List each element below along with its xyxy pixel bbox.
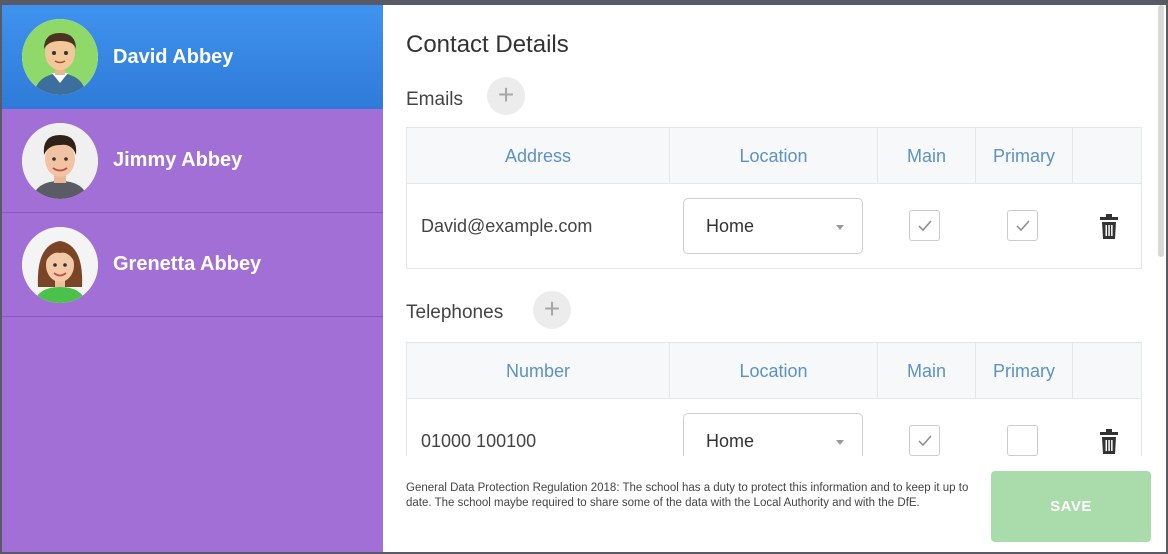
- contact-details-panel: Contact Details Emails + Address Locatio…: [383, 5, 1164, 552]
- column-header-location: Location: [670, 128, 878, 184]
- plus-icon: +: [543, 293, 561, 324]
- column-header-primary: Primary: [976, 343, 1073, 399]
- selected-value: Home: [706, 216, 755, 236]
- table-row: David@example.com Home: [407, 184, 1141, 268]
- contact-name: Jimmy Abbey: [113, 149, 243, 171]
- column-header-main: Main: [878, 128, 976, 184]
- avatar: [22, 226, 98, 303]
- avatar: [22, 122, 98, 199]
- add-telephone-button[interactable]: +: [533, 291, 571, 329]
- chevron-down-icon: [836, 225, 844, 230]
- contacts-sidebar: David Abbey Jimmy Abbey Grenetta Abbey: [2, 5, 383, 552]
- footer-bar: General Data Protection Regulation 2018:…: [383, 456, 1164, 552]
- trash-icon[interactable]: [1100, 429, 1118, 455]
- telephone-primary-checkbox[interactable]: [1007, 425, 1038, 456]
- check-icon: [918, 435, 932, 447]
- check-icon: [1016, 220, 1030, 232]
- email-main-checkbox[interactable]: [909, 210, 940, 241]
- emails-table: Address Location Main Primary David@exam…: [406, 127, 1142, 269]
- check-icon: [918, 220, 932, 232]
- column-header-location: Location: [670, 343, 878, 399]
- app-window: David Abbey Jimmy Abbey Grenetta Abbey C…: [0, 0, 1168, 554]
- telephone-number: 01000 100100: [421, 431, 537, 451]
- contact-name: Grenetta Abbey: [113, 253, 262, 275]
- telephone-main-checkbox[interactable]: [909, 425, 940, 456]
- column-header-address: Address: [407, 128, 670, 184]
- sidebar-item-david-abbey[interactable]: David Abbey: [2, 5, 383, 109]
- column-header-primary: Primary: [976, 128, 1073, 184]
- avatar: [22, 19, 98, 95]
- column-header-main: Main: [878, 343, 976, 399]
- telephones-section-label: Telephones: [406, 302, 504, 323]
- page-title: Contact Details: [406, 31, 569, 58]
- emails-table-header: Address Location Main Primary: [407, 128, 1141, 184]
- save-button[interactable]: SAVE: [991, 471, 1151, 542]
- selected-value: Home: [706, 431, 755, 451]
- email-primary-checkbox[interactable]: [1007, 210, 1038, 241]
- sidebar-item-jimmy-abbey[interactable]: Jimmy Abbey: [2, 109, 383, 213]
- scrollbar[interactable]: [1158, 5, 1164, 257]
- chevron-down-icon: [836, 440, 844, 445]
- email-address: David@example.com: [421, 216, 593, 236]
- column-header-number: Number: [407, 343, 670, 399]
- gdpr-notice: General Data Protection Regulation 2018:…: [406, 482, 969, 509]
- email-location-select[interactable]: Home: [683, 198, 863, 254]
- contact-name: David Abbey: [113, 45, 234, 68]
- telephones-table-header: Number Location Main Primary: [407, 343, 1141, 399]
- add-email-button[interactable]: +: [487, 77, 525, 115]
- trash-icon[interactable]: [1100, 214, 1118, 240]
- emails-section-label: Emails: [406, 89, 464, 110]
- plus-icon: +: [497, 79, 515, 110]
- sidebar-item-grenetta-abbey[interactable]: Grenetta Abbey: [2, 213, 383, 317]
